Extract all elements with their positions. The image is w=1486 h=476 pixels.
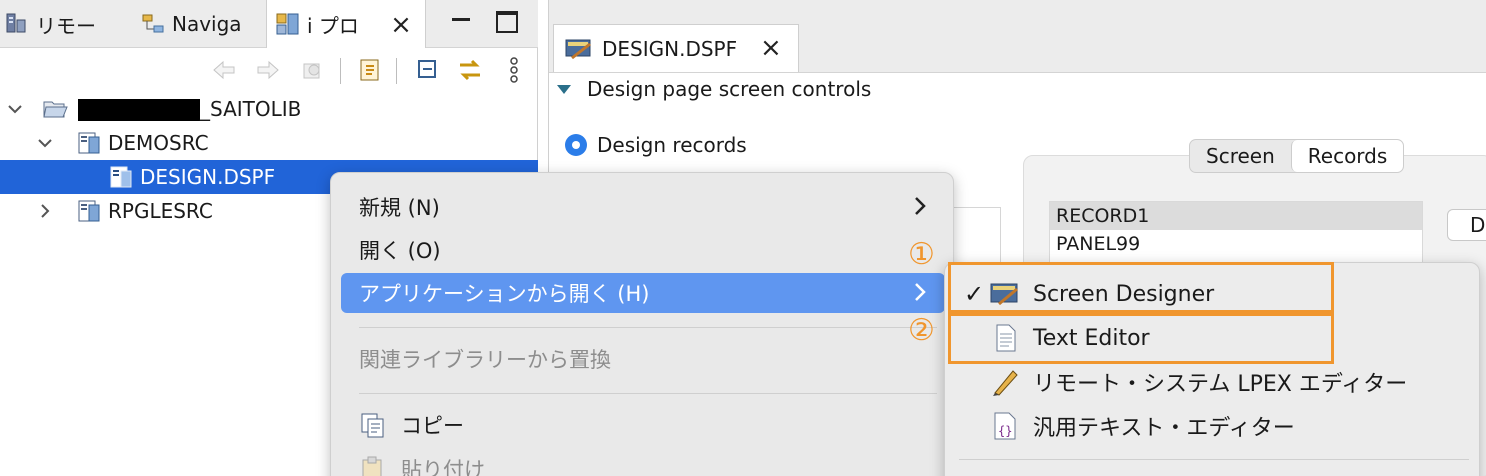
editor-tab-design-dspf[interactable]: DESIGN.DSPF × bbox=[553, 24, 799, 72]
back-arrow-icon[interactable] bbox=[210, 56, 238, 84]
pencil-icon bbox=[993, 370, 1018, 396]
chevron-right-icon[interactable] bbox=[36, 202, 54, 220]
menu-item-label: 新規 (N) bbox=[359, 196, 440, 220]
list-item[interactable]: RECORD1 bbox=[1050, 202, 1422, 230]
callout-box-1 bbox=[948, 262, 1334, 316]
menu-item-open[interactable]: 開く (O) bbox=[341, 230, 945, 270]
close-icon[interactable]: × bbox=[760, 35, 782, 61]
callout-box-2 bbox=[948, 310, 1334, 364]
radio-selected-icon[interactable] bbox=[565, 134, 587, 156]
menu-item-label: 貼り付け bbox=[401, 458, 485, 476]
menu-item-label: 開く (O) bbox=[359, 239, 441, 263]
view-toolbar bbox=[0, 50, 538, 90]
redacted-prefix bbox=[78, 99, 200, 122]
section-header[interactable]: Design page screen controls bbox=[557, 77, 871, 101]
section-title: Design page screen controls bbox=[587, 77, 872, 101]
paste-icon bbox=[362, 456, 382, 476]
chevron-right-icon bbox=[915, 197, 926, 215]
toolbar-separator bbox=[340, 58, 341, 84]
tab-label: i プロ bbox=[307, 13, 359, 38]
collapse-triangle-icon[interactable] bbox=[557, 84, 571, 94]
callout-number-1: ① bbox=[908, 237, 935, 272]
remote-systems-icon bbox=[6, 13, 26, 33]
toolbar-separator bbox=[396, 58, 397, 84]
segmented-control: Screen Records bbox=[1189, 139, 1405, 173]
tree-item-demosrc[interactable]: DEMOSRC bbox=[0, 126, 538, 160]
iprojects-icon bbox=[276, 13, 299, 35]
menu-item-new[interactable]: 新規 (N) bbox=[341, 187, 945, 227]
close-icon[interactable]: × bbox=[388, 12, 414, 38]
svg-text:{}: {} bbox=[998, 424, 1012, 438]
chevron-down-icon[interactable] bbox=[36, 134, 54, 152]
tab-label: リモー bbox=[36, 13, 96, 38]
editor-tab-label: DESIGN.DSPF bbox=[602, 36, 738, 61]
open-folder-icon bbox=[43, 101, 68, 118]
menu-separator bbox=[959, 459, 1469, 460]
chevron-right-icon bbox=[915, 283, 926, 301]
menu-item-open-with[interactable]: アプリケーションから開く (H) bbox=[341, 273, 945, 313]
segment-screen[interactable]: Screen bbox=[1190, 140, 1291, 172]
maximize-view-icon[interactable] bbox=[496, 11, 518, 33]
tree-item-label: _SAITOLIB bbox=[78, 97, 301, 122]
navigator-icon bbox=[142, 14, 164, 33]
source-file-icon bbox=[78, 200, 100, 222]
tab-label: Naviga bbox=[172, 12, 242, 36]
list-item[interactable]: PANEL99 bbox=[1050, 230, 1422, 258]
delete-button[interactable]: De bbox=[1447, 209, 1486, 241]
copy-icon bbox=[361, 413, 384, 438]
submenu-item-generic-text-editor[interactable]: {} 汎用テキスト・エディター bbox=[959, 405, 1469, 447]
menu-item-label: アプリケーションから開く (H) bbox=[359, 282, 650, 306]
refresh-icon[interactable] bbox=[356, 56, 384, 84]
tree-item-library[interactable]: _SAITOLIB bbox=[0, 92, 538, 126]
menu-item-copy[interactable]: コピー bbox=[341, 405, 945, 445]
up-folder-icon[interactable] bbox=[298, 56, 326, 84]
segment-records[interactable]: Records bbox=[1290, 140, 1404, 172]
radio-label: Design records bbox=[597, 133, 747, 157]
link-with-editor-icon[interactable] bbox=[456, 56, 484, 84]
menu-item-paste[interactable]: 貼り付け bbox=[341, 449, 945, 476]
chevron-down-icon[interactable] bbox=[6, 100, 24, 118]
submenu-item-label: 汎用テキスト・エディター bbox=[1033, 416, 1295, 441]
submenu-item-label: リモート・システム LPEX エディター bbox=[1033, 372, 1408, 397]
menu-separator bbox=[359, 393, 937, 394]
member-file-icon bbox=[110, 166, 132, 188]
screen-designer-icon bbox=[565, 39, 591, 59]
menu-item-replace-from-library[interactable]: 関連ライブラリーから置換 bbox=[341, 339, 945, 379]
tab-remote-systems[interactable]: リモー bbox=[4, 0, 122, 48]
submenu-item-lpex-editor[interactable]: リモート・システム LPEX エディター bbox=[959, 361, 1469, 403]
tab-navigator[interactable]: Naviga bbox=[140, 0, 262, 48]
menu-item-label: コピー bbox=[401, 414, 464, 438]
minimize-view-icon[interactable] bbox=[450, 12, 472, 34]
source-file-icon bbox=[78, 132, 100, 154]
tree-item-label: RPGLESRC bbox=[108, 199, 213, 223]
collapse-all-icon[interactable] bbox=[414, 56, 442, 84]
radio-design-records[interactable]: Design records bbox=[565, 133, 747, 157]
forward-arrow-icon[interactable] bbox=[254, 56, 282, 84]
view-menu-icon[interactable] bbox=[500, 56, 528, 84]
generic-text-editor-icon: {} bbox=[994, 412, 1016, 440]
menu-separator bbox=[359, 327, 937, 328]
callout-number-2: ② bbox=[908, 313, 935, 348]
tree-item-label: DEMOSRC bbox=[108, 131, 209, 155]
menu-item-label: 関連ライブラリーから置換 bbox=[359, 348, 611, 372]
view-tab-bar: リモー Naviga i プロ × bbox=[0, 0, 538, 48]
tree-item-label: DESIGN.DSPF bbox=[140, 165, 276, 189]
context-menu: 新規 (N) 開く (O) アプリケーションから開く (H) 関連ライブラリーか… bbox=[330, 172, 954, 476]
